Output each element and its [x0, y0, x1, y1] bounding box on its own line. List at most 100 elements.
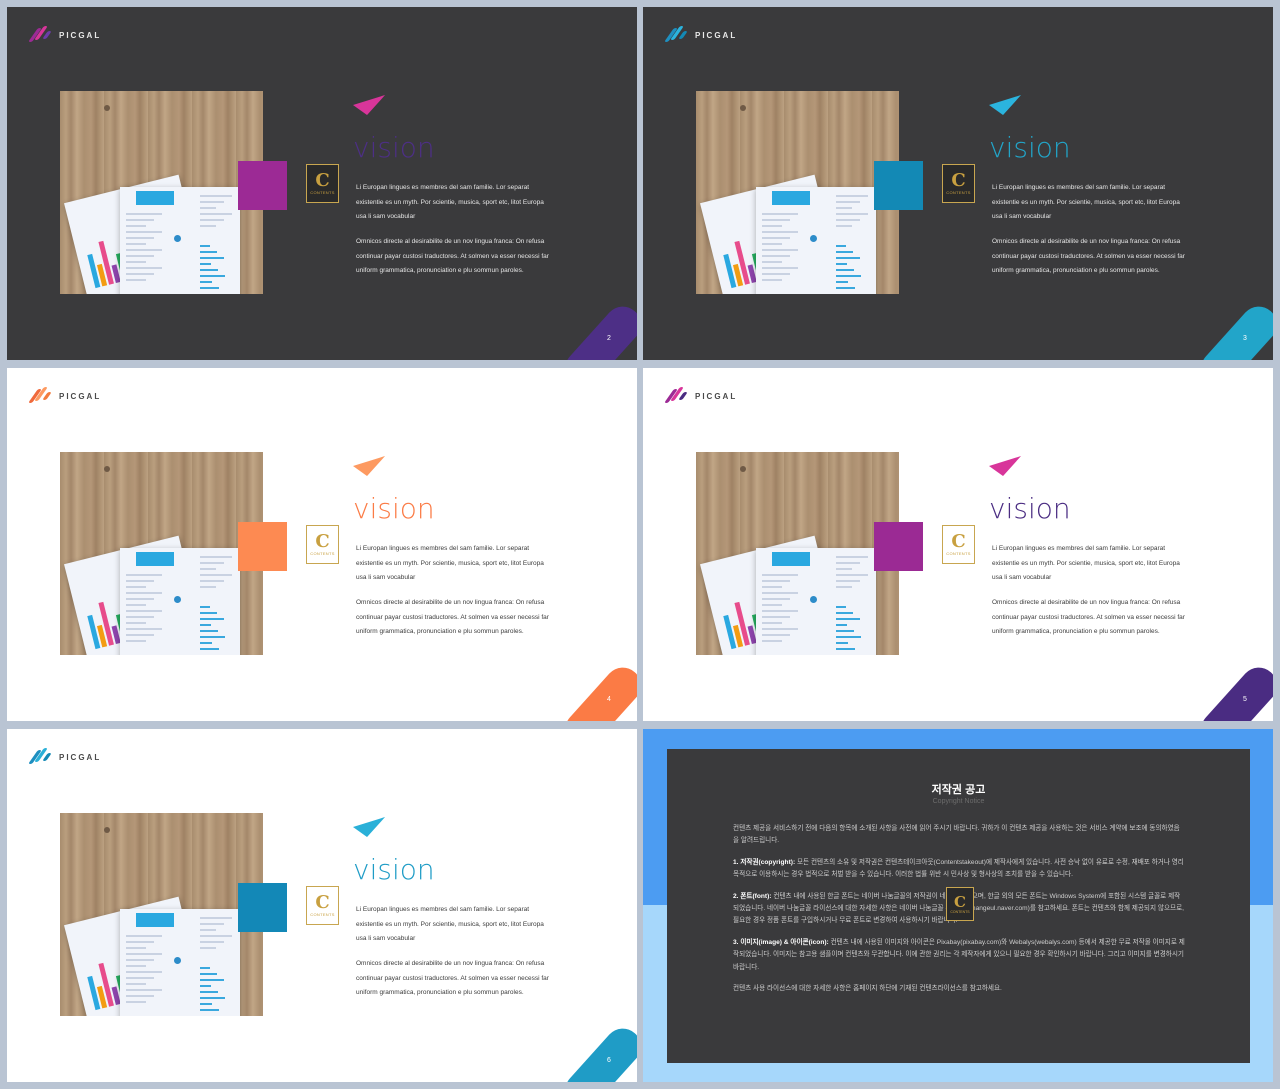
body-paragraph-2: Omnicos directe al desirabilite de un no…: [356, 960, 549, 997]
mockup-progress: [200, 618, 224, 620]
mockup-line: [126, 225, 146, 227]
accent-color-swatch: [238, 522, 287, 571]
mockup-progress: [836, 624, 847, 626]
mockup-progress: [200, 973, 217, 975]
mockup-line: [126, 983, 146, 985]
brand-name: PICGAL: [59, 752, 102, 762]
mockup-line: [200, 947, 216, 949]
badge-letter: C: [951, 170, 966, 191]
mockup-line: [762, 279, 782, 281]
mockup-line: [126, 255, 154, 257]
mockup-line: [762, 628, 798, 630]
badge-letter: C: [315, 170, 330, 191]
mockup-line: [762, 634, 790, 636]
copyright-subtitle: Copyright Notice: [932, 798, 985, 805]
mockup-line: [762, 219, 790, 221]
wood-desk-photo: [60, 813, 263, 1016]
mockup-progress: [200, 263, 211, 265]
vision-slide[interactable]: PICGAL C CONTENTS vision Li Europan ling…: [643, 368, 1273, 721]
mockup-progress: [200, 612, 217, 614]
mockup-progress: [200, 997, 225, 999]
mockup-line: [762, 231, 798, 233]
slide-title: vision: [353, 492, 435, 525]
copyright-item-3: 3. 이미지(image) & 아이콘(icon): 컨텐츠 내에 사용된 이미…: [733, 937, 1185, 974]
mockup-line: [126, 947, 146, 949]
mockup-progress: [836, 275, 861, 277]
badge-letter: C: [954, 892, 966, 911]
mockup-line: [126, 959, 154, 961]
slide-title: vision: [353, 131, 435, 164]
resume-dot-icon: [174, 957, 181, 964]
mockup-line: [126, 634, 154, 636]
mockup-progress: [200, 624, 211, 626]
vision-slide[interactable]: PICGAL C CONTENTS vision Li Europan ling…: [7, 729, 637, 1082]
mockup-line: [126, 574, 162, 576]
slide-title: vision: [989, 131, 1071, 164]
mockup-line: [762, 604, 782, 606]
body-paragraph-1: Li Europan lingues es membres del sam fa…: [356, 906, 544, 943]
mockup-line: [126, 640, 146, 642]
mockup-line: [126, 273, 154, 275]
mockup-progress: [200, 979, 224, 981]
copyright-slide[interactable]: 저작권 공고 Copyright Notice 컨텐츠 제공을 서비스하기 전에…: [643, 729, 1273, 1082]
logo-mark-icon: [664, 387, 688, 404]
badge-text: CONTENTS: [310, 190, 335, 195]
mockup-line: [762, 616, 790, 618]
contents-badge: C CONTENTS: [306, 525, 339, 564]
badge-text: CONTENTS: [310, 551, 335, 556]
mockup-line: [836, 562, 860, 564]
mockup-line: [126, 219, 154, 221]
mockup-progress: [836, 257, 860, 259]
mockup-progress: [836, 612, 853, 614]
paper-plane-icon: [353, 456, 385, 476]
brand-logo: PICGAL: [664, 26, 737, 43]
vision-slide[interactable]: PICGAL C CONTENTS vision Li Europan ling…: [643, 7, 1273, 360]
resume-dot-icon: [174, 596, 181, 603]
mockup-progress: [836, 287, 855, 289]
mockup-line: [200, 941, 224, 943]
mockup-line: [200, 201, 224, 203]
mockup-line: [762, 622, 782, 624]
mockup-line: [126, 1001, 146, 1003]
vision-slide[interactable]: PICGAL C CONTENTS vision Li Europan ling…: [7, 7, 637, 360]
logo-mark-icon: [28, 748, 52, 765]
wood-desk-photo: [60, 91, 263, 294]
mockup-line: [200, 929, 216, 931]
mockup-progress: [200, 648, 219, 650]
body-paragraph-2: Omnicos directe al desirabilite de un no…: [356, 238, 549, 275]
mockup-line: [200, 568, 216, 570]
resume-paper-front: [756, 548, 876, 655]
copyright-footer: 컨텐츠 사용 라이선스에 대한 자세한 사항은 홈페이지 하단에 기재된 컨텐츠…: [733, 985, 1002, 993]
mockup-progress: [836, 618, 860, 620]
resume-header-block: [136, 913, 174, 927]
mockup-progress: [200, 991, 218, 993]
mockup-line: [126, 616, 154, 618]
mockup-progress: [836, 263, 847, 265]
mockup-line: [126, 965, 146, 967]
resume-paper-front: [120, 909, 240, 1016]
mockup-line: [762, 243, 782, 245]
mockup-line: [200, 586, 216, 588]
mockup-line: [762, 213, 798, 215]
mockup-line: [836, 586, 852, 588]
mockup-progress: [200, 251, 217, 253]
mockup-line: [836, 225, 852, 227]
mockup-line: [836, 574, 868, 576]
mockup-line: [762, 592, 798, 594]
body-paragraph-2: Omnicos directe al desirabilite de un no…: [992, 599, 1185, 636]
mockup-line: [126, 935, 162, 937]
wood-desk-photo: [60, 452, 263, 655]
accent-color-swatch: [238, 161, 287, 210]
resume-dot-icon: [810, 596, 817, 603]
mockup-progress: [200, 967, 210, 969]
mockup-line: [200, 213, 232, 215]
mockup-line: [200, 935, 232, 937]
vision-slide[interactable]: PICGAL C CONTENTS vision Li Europan ling…: [7, 368, 637, 721]
slide-title: vision: [989, 492, 1071, 525]
mockup-line: [836, 195, 868, 197]
corner-accent-pill: [557, 1021, 637, 1082]
mockup-progress: [200, 245, 210, 247]
mockup-line: [126, 989, 162, 991]
resume-paper-front: [756, 187, 876, 294]
mockup-progress: [836, 642, 848, 644]
